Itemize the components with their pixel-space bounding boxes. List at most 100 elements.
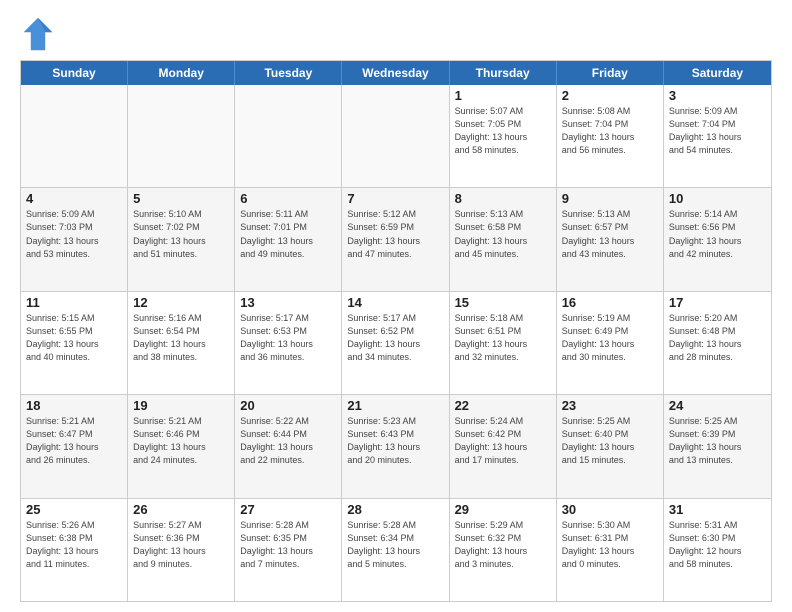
header-day-monday: Monday: [128, 61, 235, 85]
day-info: Sunrise: 5:08 AMSunset: 7:04 PMDaylight:…: [562, 105, 658, 157]
day-number: 9: [562, 191, 658, 206]
calendar-week-1: 1 Sunrise: 5:07 AMSunset: 7:05 PMDaylight…: [21, 85, 771, 187]
header-day-saturday: Saturday: [664, 61, 771, 85]
day-number: 28: [347, 502, 443, 517]
day-info: Sunrise: 5:13 AMSunset: 6:57 PMDaylight:…: [562, 208, 658, 260]
day-info: Sunrise: 5:09 AMSunset: 7:04 PMDaylight:…: [669, 105, 766, 157]
day-cell-9: 9 Sunrise: 5:13 AMSunset: 6:57 PMDaylight…: [557, 188, 664, 290]
day-cell-16: 16 Sunrise: 5:19 AMSunset: 6:49 PMDayligh…: [557, 292, 664, 394]
day-info: Sunrise: 5:21 AMSunset: 6:46 PMDaylight:…: [133, 415, 229, 467]
calendar-week-4: 18Sunrise: 5:21 AMSunset: 6:47 PMDayligh…: [21, 394, 771, 497]
day-number: 29: [455, 502, 551, 517]
day-cell-8: 8Sunrise: 5:13 AMSunset: 6:58 PMDaylight…: [450, 188, 557, 290]
empty-cell: [21, 85, 128, 187]
day-cell-29: 29 Sunrise: 5:29 AMSunset: 6:32 PMDayligh…: [450, 499, 557, 601]
calendar: SundayMondayTuesdayWednesdayThursdayFrid…: [20, 60, 772, 602]
day-cell-15: 15Sunrise: 5:18 AMSunset: 6:51 PMDayligh…: [450, 292, 557, 394]
day-number: 19: [133, 398, 229, 413]
day-cell-13: 13 Sunrise: 5:17 AMSunset: 6:53 PMDayligh…: [235, 292, 342, 394]
day-cell-23: 23 Sunrise: 5:25 AMSunset: 6:40 PMDayligh…: [557, 395, 664, 497]
empty-cell: [342, 85, 449, 187]
day-number: 14: [347, 295, 443, 310]
day-info: Sunrise: 5:24 AMSunset: 6:42 PMDaylight:…: [455, 415, 551, 467]
day-cell-20: 20Sunrise: 5:22 AMSunset: 6:44 PMDayligh…: [235, 395, 342, 497]
header-day-thursday: Thursday: [450, 61, 557, 85]
day-number: 15: [455, 295, 551, 310]
day-cell-24: 24 Sunrise: 5:25 AMSunset: 6:39 PMDayligh…: [664, 395, 771, 497]
day-info: Sunrise: 5:23 AMSunset: 6:43 PMDaylight:…: [347, 415, 443, 467]
day-info: Sunrise: 5:12 AMSunset: 6:59 PMDaylight:…: [347, 208, 443, 260]
day-cell-18: 18Sunrise: 5:21 AMSunset: 6:47 PMDayligh…: [21, 395, 128, 497]
day-info: Sunrise: 5:19 AMSunset: 6:49 PMDaylight:…: [562, 312, 658, 364]
day-number: 25: [26, 502, 122, 517]
day-cell-14: 14 Sunrise: 5:17 AMSunset: 6:52 PMDayligh…: [342, 292, 449, 394]
header: [20, 16, 772, 52]
logo: [20, 16, 62, 52]
day-cell-21: 21 Sunrise: 5:23 AMSunset: 6:43 PMDayligh…: [342, 395, 449, 497]
calendar-week-3: 11Sunrise: 5:15 AMSunset: 6:55 PMDayligh…: [21, 291, 771, 394]
day-cell-12: 12Sunrise: 5:16 AMSunset: 6:54 PMDayligh…: [128, 292, 235, 394]
day-cell-1: 1 Sunrise: 5:07 AMSunset: 7:05 PMDaylight…: [450, 85, 557, 187]
day-info: Sunrise: 5:09 AMSunset: 7:03 PMDaylight:…: [26, 208, 122, 260]
day-info: Sunrise: 5:29 AMSunset: 6:32 PMDaylight:…: [455, 519, 551, 571]
day-info: Sunrise: 5:10 AMSunset: 7:02 PMDaylight:…: [133, 208, 229, 260]
day-cell-2: 2 Sunrise: 5:08 AMSunset: 7:04 PMDaylight…: [557, 85, 664, 187]
day-info: Sunrise: 5:28 AMSunset: 6:34 PMDaylight:…: [347, 519, 443, 571]
day-info: Sunrise: 5:31 AMSunset: 6:30 PMDaylight:…: [669, 519, 766, 571]
empty-cell: [235, 85, 342, 187]
day-cell-30: 30 Sunrise: 5:30 AMSunset: 6:31 PMDayligh…: [557, 499, 664, 601]
empty-cell: [128, 85, 235, 187]
day-info: Sunrise: 5:17 AMSunset: 6:52 PMDaylight:…: [347, 312, 443, 364]
day-number: 23: [562, 398, 658, 413]
day-number: 11: [26, 295, 122, 310]
day-number: 16: [562, 295, 658, 310]
day-number: 6: [240, 191, 336, 206]
day-cell-6: 6 Sunrise: 5:11 AMSunset: 7:01 PMDaylight…: [235, 188, 342, 290]
day-cell-28: 28 Sunrise: 5:28 AMSunset: 6:34 PMDayligh…: [342, 499, 449, 601]
logo-icon: [20, 16, 56, 52]
day-cell-26: 26 Sunrise: 5:27 AMSunset: 6:36 PMDayligh…: [128, 499, 235, 601]
day-number: 13: [240, 295, 336, 310]
day-number: 31: [669, 502, 766, 517]
day-cell-5: 5Sunrise: 5:10 AMSunset: 7:02 PMDaylight…: [128, 188, 235, 290]
day-info: Sunrise: 5:27 AMSunset: 6:36 PMDaylight:…: [133, 519, 229, 571]
day-number: 1: [455, 88, 551, 103]
day-number: 27: [240, 502, 336, 517]
day-cell-31: 31 Sunrise: 5:31 AMSunset: 6:30 PMDayligh…: [664, 499, 771, 601]
calendar-week-2: 4Sunrise: 5:09 AMSunset: 7:03 PMDaylight…: [21, 187, 771, 290]
day-cell-19: 19 Sunrise: 5:21 AMSunset: 6:46 PMDayligh…: [128, 395, 235, 497]
calendar-week-5: 25 Sunrise: 5:26 AMSunset: 6:38 PMDayligh…: [21, 498, 771, 601]
day-info: Sunrise: 5:26 AMSunset: 6:38 PMDaylight:…: [26, 519, 122, 571]
day-cell-17: 17Sunrise: 5:20 AMSunset: 6:48 PMDayligh…: [664, 292, 771, 394]
day-cell-4: 4Sunrise: 5:09 AMSunset: 7:03 PMDaylight…: [21, 188, 128, 290]
day-number: 30: [562, 502, 658, 517]
day-number: 10: [669, 191, 766, 206]
day-info: Sunrise: 5:17 AMSunset: 6:53 PMDaylight:…: [240, 312, 336, 364]
day-number: 24: [669, 398, 766, 413]
day-info: Sunrise: 5:14 AMSunset: 6:56 PMDaylight:…: [669, 208, 766, 260]
day-info: Sunrise: 5:30 AMSunset: 6:31 PMDaylight:…: [562, 519, 658, 571]
day-info: Sunrise: 5:22 AMSunset: 6:44 PMDaylight:…: [240, 415, 336, 467]
day-cell-7: 7 Sunrise: 5:12 AMSunset: 6:59 PMDaylight…: [342, 188, 449, 290]
day-cell-10: 10 Sunrise: 5:14 AMSunset: 6:56 PMDayligh…: [664, 188, 771, 290]
day-number: 26: [133, 502, 229, 517]
day-info: Sunrise: 5:25 AMSunset: 6:40 PMDaylight:…: [562, 415, 658, 467]
day-number: 2: [562, 88, 658, 103]
day-number: 17: [669, 295, 766, 310]
day-number: 3: [669, 88, 766, 103]
day-number: 22: [455, 398, 551, 413]
day-number: 8: [455, 191, 551, 206]
day-info: Sunrise: 5:07 AMSunset: 7:05 PMDaylight:…: [455, 105, 551, 157]
day-number: 18: [26, 398, 122, 413]
day-cell-27: 27 Sunrise: 5:28 AMSunset: 6:35 PMDayligh…: [235, 499, 342, 601]
day-info: Sunrise: 5:28 AMSunset: 6:35 PMDaylight:…: [240, 519, 336, 571]
header-day-tuesday: Tuesday: [235, 61, 342, 85]
day-number: 21: [347, 398, 443, 413]
day-info: Sunrise: 5:11 AMSunset: 7:01 PMDaylight:…: [240, 208, 336, 260]
header-day-friday: Friday: [557, 61, 664, 85]
day-number: 7: [347, 191, 443, 206]
day-info: Sunrise: 5:25 AMSunset: 6:39 PMDaylight:…: [669, 415, 766, 467]
day-cell-22: 22 Sunrise: 5:24 AMSunset: 6:42 PMDayligh…: [450, 395, 557, 497]
header-day-wednesday: Wednesday: [342, 61, 449, 85]
day-cell-25: 25 Sunrise: 5:26 AMSunset: 6:38 PMDayligh…: [21, 499, 128, 601]
